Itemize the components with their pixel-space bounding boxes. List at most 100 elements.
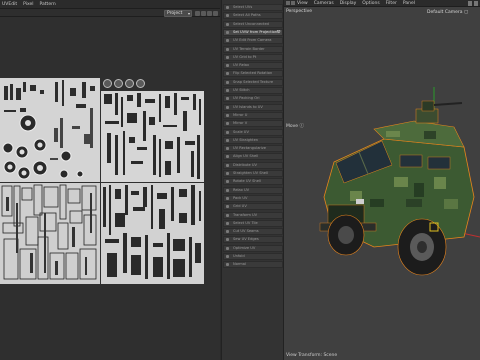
command-label: Mirror V [233,121,248,126]
command-icon [226,30,229,34]
command-label: Flip Selected Rotation [233,71,273,76]
uv-shell-thumb [103,79,112,88]
command-item[interactable]: UV Edit From Camera [223,37,283,45]
viewport-menu-item[interactable]: Panel [403,1,415,6]
uv-tool-icon[interactable] [207,11,212,16]
command-label: Cut UV Seams [233,229,259,234]
command-item[interactable]: UV Terrain Border [223,45,283,53]
command-item[interactable]: Snap Selected Texture [223,78,283,86]
command-icon [226,230,229,234]
uv-tool-icon[interactable] [213,11,218,16]
command-item[interactable]: UV Grid to Pt [223,53,283,61]
command-item[interactable]: Sew UV Edges [223,236,283,244]
command-item[interactable]: Relax UV [223,186,283,194]
command-item[interactable]: Unfold [223,253,283,260]
command-item[interactable]: Pack UV [223,194,283,202]
command-label: Relax UV [233,187,250,192]
command-item[interactable]: Set UVW from Projection ⚙ [223,28,283,36]
uv-canvas[interactable] [0,17,220,360]
command-item[interactable]: Flip Selected Rotation [223,70,283,78]
command-icon [226,55,229,59]
uv-shell-thumb [125,79,134,88]
command-item[interactable]: Select UV Tile [223,219,283,227]
camera-name: Default Camera [427,10,463,15]
tool-label: Move ⓘ [286,123,304,129]
command-label: Pack UV [233,195,248,200]
command-item[interactable]: Rotate UV Shell [223,178,283,186]
command-item[interactable]: Transform UV [223,211,283,219]
camera-label[interactable]: Default Camera ▢ [427,10,468,15]
viewport-menu-item[interactable]: Options [362,1,379,6]
command-label: Set UVW from Projection [233,29,278,34]
command-item[interactable]: UV Packing Ori [223,95,283,103]
viewport-option-icon[interactable] [474,1,478,6]
command-icon [226,97,229,101]
command-icon [226,105,229,109]
uv-tool-icon[interactable] [195,11,200,16]
armored-vehicle-model[interactable] [314,87,480,287]
uv-mode-dropdown[interactable]: Project ▾ [164,10,192,17]
command-item[interactable]: Straighten UV Shell [223,170,283,177]
command-item[interactable]: Align UV Shell [223,153,283,161]
command-icon [226,172,229,175]
uv-mode-value: Project [167,11,183,16]
uv-menu-item[interactable]: Pixel [23,2,33,7]
command-label: Transform UV [233,212,258,217]
command-label: Select Unconnected [233,21,269,26]
command-item[interactable]: Mirror U [223,111,283,119]
uv-tool-icon[interactable] [201,11,206,16]
command-item[interactable]: Optimize UV [223,244,283,252]
projection-label[interactable]: Perspective [286,9,312,14]
command-label: UV Straighten [233,137,259,142]
uv-shells-2 [101,91,204,182]
command-icon [226,188,229,192]
command-item[interactable]: UV Rectangularize [223,145,283,153]
command-label: Distribute UV [233,162,257,167]
command-item[interactable]: Normal [223,261,283,269]
viewport-menu-item[interactable]: View [297,1,308,6]
command-item[interactable]: Select Unconnected [223,20,283,28]
viewport-panel: View Cameras Display Options Filter Pane… [284,0,480,360]
viewport-menu-item[interactable]: Filter [386,1,397,6]
viewport-layout-icon[interactable] [291,1,295,5]
command-icon [226,155,229,159]
uv-shells-4 [101,183,204,284]
command-item[interactable]: Grid UV [223,203,283,211]
uv-editor-panel: UVEdit Pixel Pattern Project ▾ [0,0,220,360]
command-icon [226,80,229,84]
viewport-menu-item[interactable]: Display [340,1,357,6]
command-item[interactable]: Select All Paths [223,12,283,20]
command-item[interactable]: UV Relax [223,62,283,70]
camera-icon: ▢ [463,10,469,15]
uv-menu-item[interactable]: Pattern [40,2,56,7]
move-tool-name: Move [286,124,299,129]
command-item[interactable]: Select UVs [223,4,283,11]
command-item[interactable]: UV Straighten [223,136,283,144]
command-icon [226,6,229,9]
command-label: Align UV Shell [233,154,259,159]
uv-toolbar: Project ▾ [0,9,220,17]
command-item[interactable]: UV Islands to UV [223,103,283,111]
command-item[interactable]: UV Stitch [223,87,283,94]
viewport-menu-item[interactable]: Cameras [314,1,334,6]
viewport-canvas[interactable]: Perspective Default Camera ▢ Move ⓘ View… [284,7,480,360]
command-icon [226,72,229,76]
command-icon [226,255,229,258]
command-item[interactable]: Mirror V [223,120,283,128]
command-item[interactable]: Cut UV Seams [223,228,283,236]
gear-icon[interactable]: ⚙ [277,30,281,35]
viewport-menubar: View Cameras Display Options Filter Pane… [284,0,480,7]
uv-shell-thumb [136,79,145,88]
uv-tile-4 [101,183,204,284]
command-icon [226,180,229,184]
viewport-layout-icon[interactable] [286,1,290,5]
command-label: Select UVs [233,5,253,9]
command-item[interactable]: Distribute UV [223,161,283,169]
uv-menu-item[interactable]: UVEdit [2,2,17,7]
viewport-option-icon[interactable] [468,1,472,6]
command-label: Rotate UV Shell [233,179,261,184]
command-icon [226,89,229,92]
command-item[interactable]: Scale UV [223,128,283,136]
uv-command-list: Select UVs Select All Paths Select Unconne… [221,0,284,360]
uv-tile-1 [0,78,100,182]
